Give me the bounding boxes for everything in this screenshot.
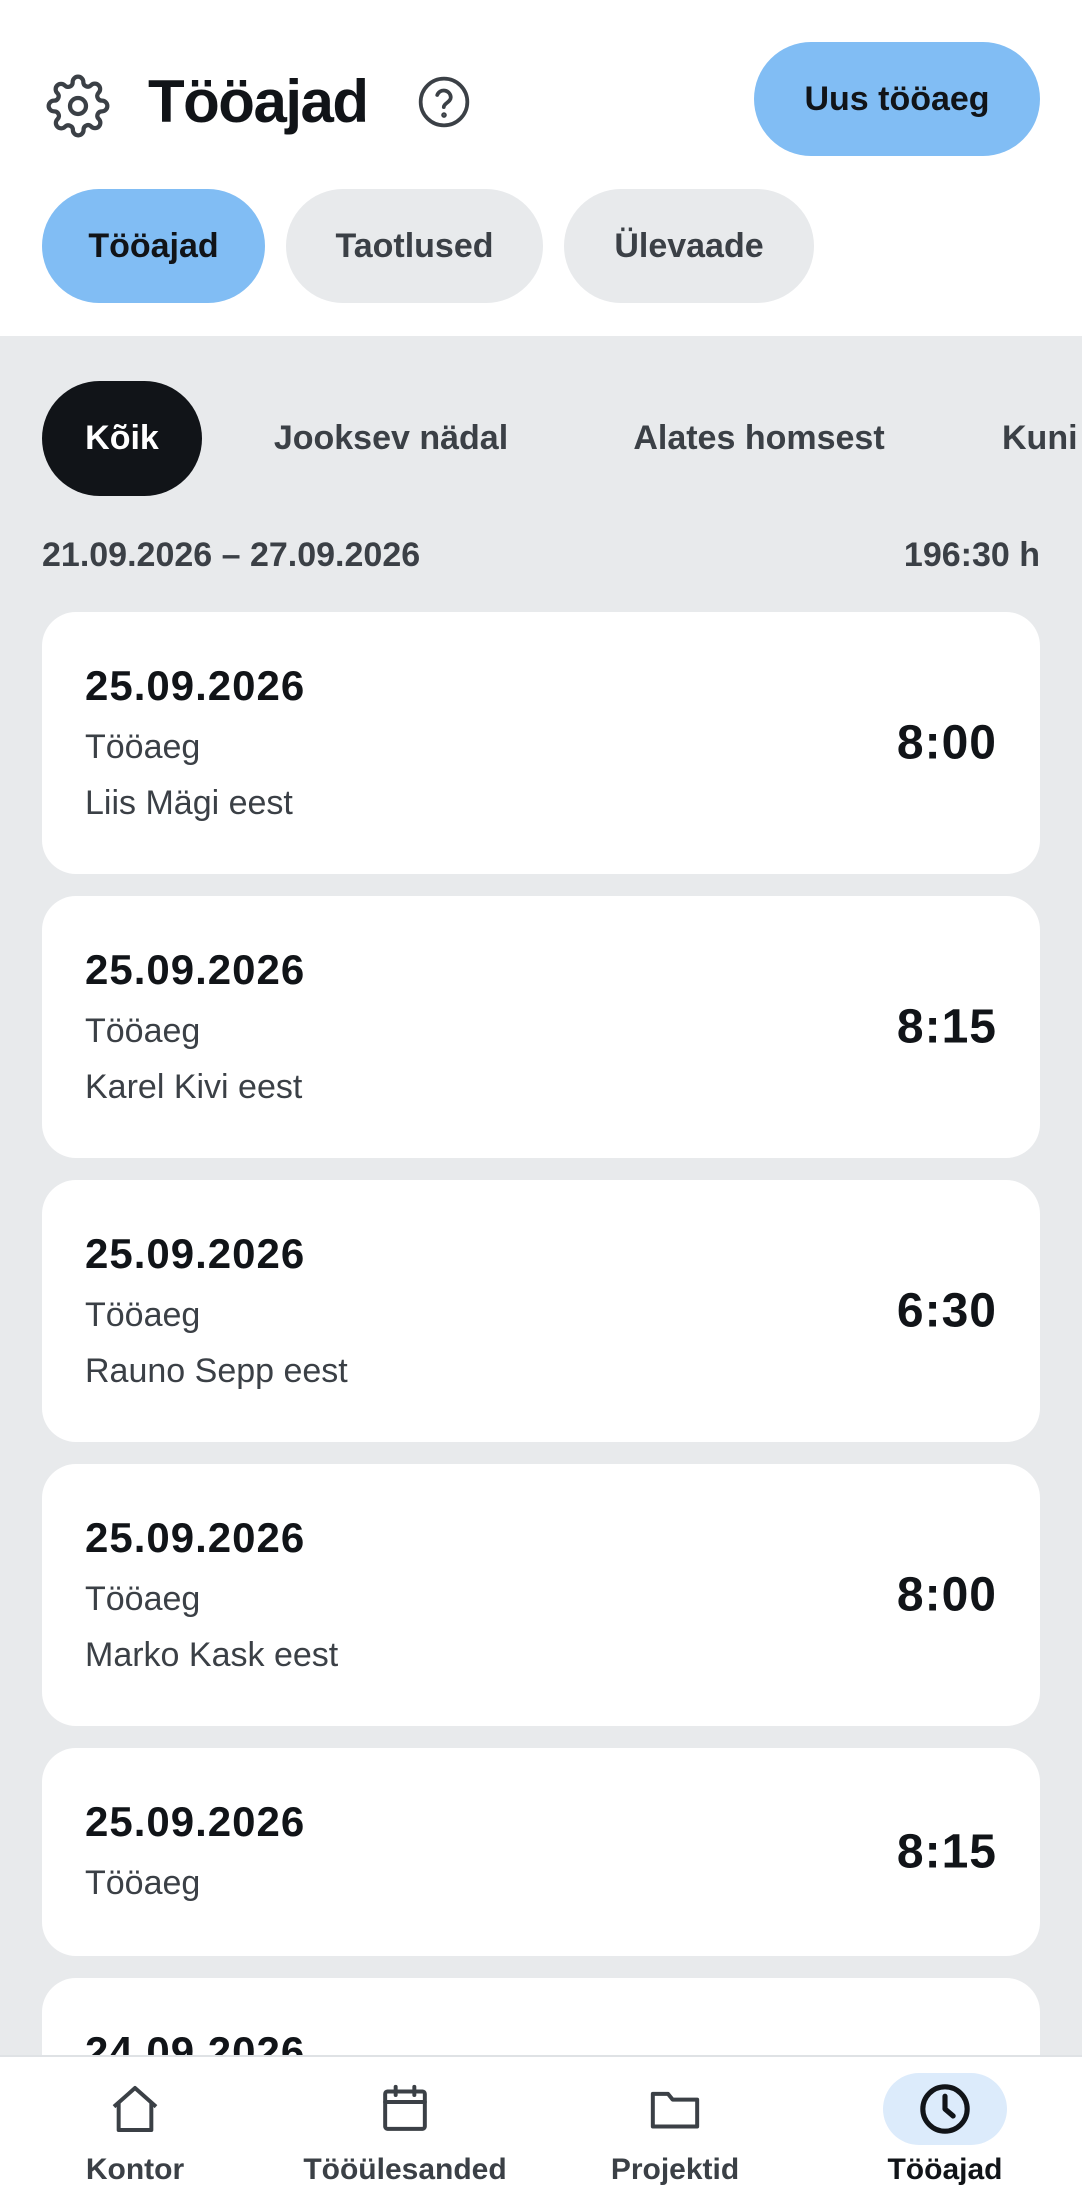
calendar-icon	[383, 2084, 427, 2131]
entry-card[interactable]: 25.09.2026 Tööaeg Karel Kivi eest 8:15	[42, 896, 1040, 1158]
filter-chip-until[interactable]: Kuni	[970, 381, 1082, 496]
gear-icon	[46, 74, 110, 138]
entry-hours: 8:15	[896, 1000, 997, 1054]
tab-tooajad[interactable]: Tööajad	[42, 189, 265, 303]
entry-date: 25.09.2026	[85, 1798, 306, 1845]
entry-type: Tööaeg	[85, 1296, 201, 1334]
nav-label: Tööülesanded	[303, 2153, 507, 2186]
nav-item-kontor[interactable]: Kontor	[40, 2057, 230, 2202]
entries-list-area[interactable]: Kõik Jooksev nädal Alates homsest Kuni 2…	[0, 336, 1082, 2055]
new-time-entry-button[interactable]: Uus tööaeg	[754, 42, 1040, 156]
nav-label: Tööajad	[887, 2153, 1003, 2186]
entry-person: Karel Kivi eest	[85, 1068, 303, 1106]
entry-type: Tööaeg	[85, 1864, 201, 1902]
entry-hours: 8:00	[896, 716, 997, 770]
nav-label: Kontor	[85, 2153, 185, 2186]
entry-type: Tööaeg	[85, 1580, 201, 1618]
home-icon	[112, 2086, 158, 2132]
filter-chip-current-week[interactable]: Jooksev nädal	[240, 381, 542, 496]
entry-hours: 8:15	[896, 1825, 997, 1879]
header: Tööajad Uus tööaeg Tööajad Taotlused Üle…	[0, 0, 1082, 336]
entry-date: 24.09.2026	[85, 2028, 306, 2055]
entry-type: Tööaeg	[85, 728, 201, 766]
filter-chip-all[interactable]: Kõik	[42, 381, 202, 496]
entry-date: 25.09.2026	[85, 1230, 306, 1277]
entry-person: Marko Kask eest	[85, 1636, 339, 1674]
tab-taotlused[interactable]: Taotlused	[286, 189, 543, 303]
entry-card[interactable]: 25.09.2026 Tööaeg Liis Mägi eest 8:00	[42, 612, 1040, 874]
entry-hours: 8:00	[896, 1568, 997, 1622]
entry-card[interactable]: 25.09.2026 Tööaeg 8:15	[42, 1748, 1040, 1956]
page-title: Tööajad	[148, 68, 369, 135]
bottom-navigation: Kontor Tööülesanded Projektid Tööajad	[0, 2055, 1082, 2202]
help-circle-icon	[418, 76, 470, 128]
entry-date: 25.09.2026	[85, 662, 306, 709]
clock-icon	[920, 2084, 970, 2134]
summary-row: 21.09.2026 – 27.09.2026 196:30 h	[42, 536, 1040, 580]
entry-person: Rauno Sepp eest	[85, 1352, 348, 1390]
entry-type: Tööaeg	[85, 1012, 201, 1050]
date-range: 21.09.2026 – 27.09.2026	[42, 536, 421, 574]
entry-card[interactable]: 25.09.2026 Tööaeg Rauno Sepp eest 6:30	[42, 1180, 1040, 1442]
folder-icon	[650, 2091, 700, 2129]
nav-item-tooajad[interactable]: Tööajad	[850, 2057, 1040, 2202]
entry-date: 25.09.2026	[85, 1514, 306, 1561]
entry-hours: 6:30	[896, 1284, 997, 1338]
total-hours: 196:30 h	[903, 536, 1040, 574]
entry-date: 25.09.2026	[85, 946, 306, 993]
settings-button[interactable]	[42, 70, 114, 142]
entry-person: Liis Mägi eest	[85, 784, 293, 822]
nav-label: Projektid	[610, 2153, 740, 2186]
filter-chip-from-tomorrow[interactable]: Alates homsest	[592, 381, 926, 496]
help-button[interactable]	[414, 72, 474, 132]
nav-item-tooulesanded[interactable]: Tööülesanded	[280, 2057, 530, 2202]
entry-card[interactable]: 25.09.2026 Tööaeg Marko Kask eest 8:00	[42, 1464, 1040, 1726]
filter-chips: Kõik Jooksev nädal Alates homsest Kuni	[0, 381, 1082, 496]
entry-card[interactable]: 24.09.2026	[42, 1978, 1040, 2055]
nav-item-projektid[interactable]: Projektid	[580, 2057, 770, 2202]
tab-ulevaade[interactable]: Ülevaade	[564, 189, 814, 303]
